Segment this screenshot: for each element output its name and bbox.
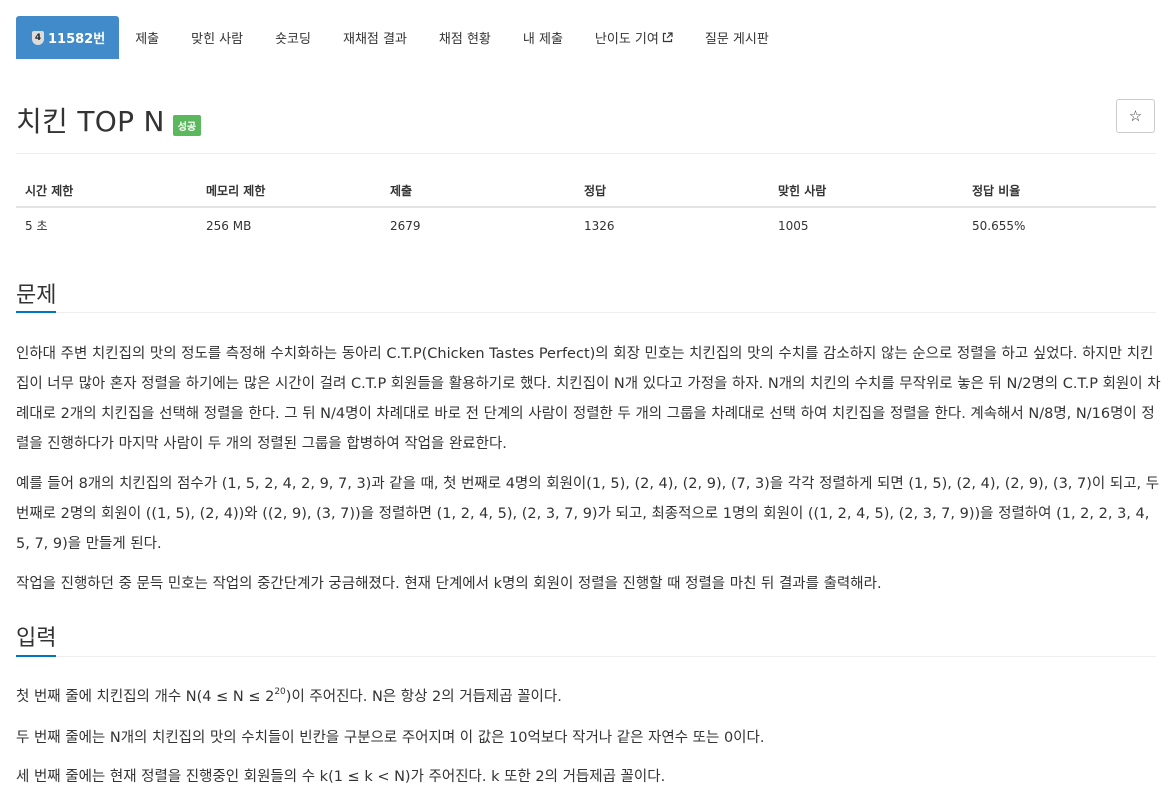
page-title: 치킨 TOP N <box>16 105 165 138</box>
tab-short-coding[interactable]: 숏코딩 <box>259 16 327 59</box>
title-divider <box>16 153 1156 154</box>
tab-problem[interactable]: 4 11582번 <box>16 16 120 59</box>
input-line-2: 두 번째 줄에는 N개의 치킨집의 맛의 수치들이 빈칸을 구분으로 주어지며 … <box>16 730 765 746</box>
tab-rejudge-results[interactable]: 재채점 결과 <box>327 16 423 59</box>
value-accept-ratio: 50.655% <box>972 218 1026 233</box>
input-line-1-start: 첫 번째 줄에 치킨집의 개수 N(4 ≤ N ≤ 2 <box>16 689 275 705</box>
input-section-accent <box>16 655 56 657</box>
value-submissions: 2679 <box>390 218 421 233</box>
star-icon: ☆ <box>1128 108 1143 125</box>
problem-section-rule <box>16 312 1156 313</box>
input-line-1: 첫 번째 줄에 치킨집의 개수 N(4 ≤ N ≤ 220)이 주어진다. N은… <box>16 682 1161 712</box>
input-section-rule <box>16 656 1156 657</box>
header-memory-limit: 메모리 제한 <box>197 174 381 208</box>
header-time-limit: 시간 제한 <box>16 174 197 208</box>
tab-difficulty-contribution[interactable]: 난이도 기여 <box>579 16 689 59</box>
value-accepted: 1326 <box>584 218 615 233</box>
problem-nav-tabs: 4 11582번 제출 맞힌 사람 숏코딩 재채점 결과 채점 현황 내 제출 … <box>16 16 785 59</box>
problem-number-label: 11582번 <box>48 32 106 47</box>
tab-solved-users[interactable]: 맞힌 사람 <box>175 16 259 59</box>
tab-question-board[interactable]: 질문 게시판 <box>689 16 785 59</box>
problem-paragraph-3: 작업을 진행하던 중 문득 민호는 작업의 중간단계가 궁금해졌다. 현재 단계… <box>16 576 882 592</box>
problem-info-table: 시간 제한 메모리 제한 제출 정답 맞힌 사람 정답 비율 5 초 256 M… <box>16 174 1156 243</box>
tab-judge-status[interactable]: 채점 현황 <box>423 16 507 59</box>
table-row: 5 초 256 MB 2679 1326 1005 50.655% <box>16 207 1156 243</box>
input-exponent: 20 <box>274 687 286 698</box>
value-time-limit: 5 초 <box>25 219 48 233</box>
title-row: 치킨 TOP N 성공 <box>16 100 202 140</box>
favorite-star-button[interactable]: ☆ <box>1116 99 1155 133</box>
problem-section-heading: 문제 <box>16 283 57 308</box>
external-link-icon <box>662 32 673 43</box>
value-memory-limit: 256 MB <box>206 218 252 233</box>
problem-paragraph-2: 예를 들어 8개의 치킨집의 점수가 (1, 5, 2, 4, 2, 9, 7,… <box>16 476 1160 552</box>
problem-section-accent <box>16 311 56 313</box>
header-accept-ratio: 정답 비율 <box>963 174 1156 208</box>
problem-paragraph-1: 인하대 주변 치킨집의 맛의 정도를 측정해 수치화하는 동아리 C.T.P(C… <box>16 346 1161 452</box>
input-section-heading: 입력 <box>16 626 57 651</box>
tab-my-submissions[interactable]: 내 제출 <box>507 16 579 59</box>
header-accepted: 정답 <box>575 174 769 208</box>
tier-badge-icon: 4 <box>32 30 44 45</box>
header-solved-users: 맞힌 사람 <box>769 174 963 208</box>
tab-difficulty-label: 난이도 기여 <box>594 32 659 47</box>
value-solved-users: 1005 <box>778 218 809 233</box>
header-submissions: 제출 <box>381 174 575 208</box>
status-badge: 성공 <box>172 114 202 136</box>
input-line-1-end: )이 주어진다. N은 항상 2의 거듭제곱 꼴이다. <box>285 689 562 705</box>
input-line-3: 세 번째 줄에는 현재 정렬을 진행중인 회원들의 수 k(1 ≤ k < N)… <box>16 769 666 785</box>
table-header-row: 시간 제한 메모리 제한 제출 정답 맞힌 사람 정답 비율 <box>16 174 1156 208</box>
tab-submit[interactable]: 제출 <box>119 16 175 59</box>
